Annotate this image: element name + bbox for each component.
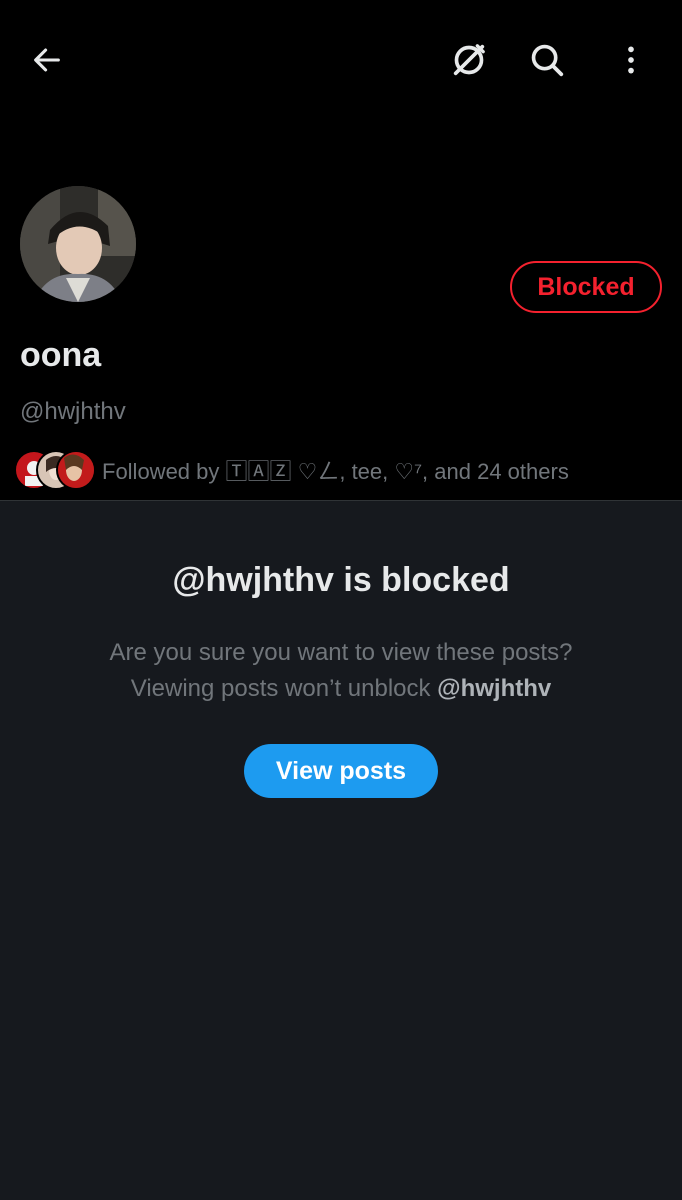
follower-avatar bbox=[56, 450, 96, 490]
blocked-description-prefix: Viewing posts won’t unblock bbox=[130, 675, 438, 702]
grok-icon bbox=[453, 44, 485, 76]
blocked-description-line2: Viewing posts won’t unblock @hwjhthv bbox=[0, 671, 682, 707]
follower-avatars bbox=[14, 448, 100, 492]
more-vertical-icon bbox=[628, 46, 634, 74]
profile-header: Blocked oona @hwjhthv Followed by 🅃🄰🅉 ♡ㄥ… bbox=[0, 0, 682, 501]
username-handle: @hwjhthv bbox=[20, 398, 126, 425]
view-posts-button[interactable]: View posts bbox=[244, 744, 438, 798]
blocked-description: Are you sure you want to view these post… bbox=[0, 635, 682, 707]
search-icon bbox=[531, 44, 564, 77]
more-options-button[interactable] bbox=[609, 38, 653, 82]
followed-by-text: Followed by 🅃🄰🅉 ♡ㄥ, tee, ♡⁷, and 24 othe… bbox=[102, 459, 569, 484]
grok-button[interactable] bbox=[447, 38, 491, 82]
search-button[interactable] bbox=[525, 38, 569, 82]
blocked-title: @hwjhthv is blocked bbox=[172, 561, 510, 599]
blocked-description-line1: Are you sure you want to view these post… bbox=[109, 639, 573, 666]
back-button[interactable] bbox=[25, 38, 69, 82]
followed-by-row[interactable]: Followed by 🅃🄰🅉 ♡ㄥ, tee, ♡⁷, and 24 othe… bbox=[14, 448, 569, 492]
blocked-description-handle: @hwjhthv bbox=[437, 675, 552, 702]
display-name: oona bbox=[20, 336, 102, 374]
arrow-left-icon bbox=[34, 48, 60, 72]
blocked-button[interactable]: Blocked bbox=[510, 261, 662, 313]
avatar[interactable] bbox=[20, 186, 136, 302]
